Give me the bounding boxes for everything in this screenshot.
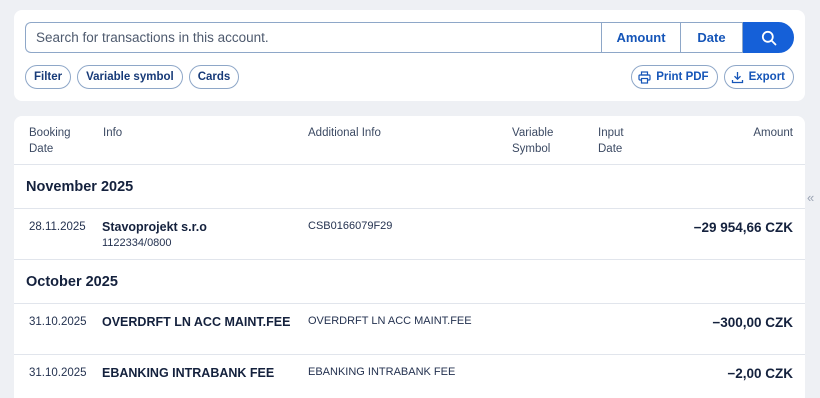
col-amount[interactable]: Amount (753, 125, 793, 141)
table-row[interactable]: 28.11.2025 Stavoprojekt s.r.o 1122334/08… (14, 209, 805, 260)
table-row[interactable]: 31.10.2025 EBANKING INTRABANK FEE EBANKI… (14, 355, 805, 398)
variable-symbol-chip[interactable]: Variable symbol (77, 65, 183, 89)
additional-info: EBANKING INTRABANK FEE (308, 366, 456, 378)
additional-info: CSB0166079F29 (308, 220, 393, 232)
date-filter-button[interactable]: Date (681, 22, 743, 53)
filter-chip[interactable]: Filter (25, 65, 72, 89)
transaction-name: OVERDRFT LN ACC MAINT.FEE (102, 315, 291, 329)
col-booking-date[interactable]: Booking Date (29, 125, 71, 157)
booking-date: 31.10.2025 (29, 367, 87, 379)
additional-info: OVERDRFT LN ACC MAINT.FEE (308, 315, 472, 327)
month-header: November 2025 (14, 165, 805, 209)
amount-filter-button[interactable]: Amount (601, 22, 681, 53)
search-input[interactable] (25, 22, 601, 53)
col-info[interactable]: Info (103, 125, 122, 141)
booking-date: 28.11.2025 (29, 221, 86, 233)
table-row[interactable]: 31.10.2025 OVERDRFT LN ACC MAINT.FEE OVE… (14, 304, 805, 355)
transaction-name: EBANKING INTRABANK FEE (102, 366, 275, 380)
transaction-name: Stavoprojekt s.r.o (102, 220, 207, 234)
filter-chips: Filter Variable symbol Cards (25, 65, 240, 89)
printer-icon (638, 70, 651, 84)
account-number: 1122334/0800 (102, 237, 172, 249)
amount: −300,00 CZK (712, 315, 793, 330)
col-variable-symbol-line2: Symbol (512, 143, 551, 155)
export-actions: Print PDF Export (631, 65, 794, 89)
col-input-date-line2: Date (598, 143, 623, 155)
download-icon (731, 71, 743, 83)
col-input-date-line1: Input (598, 127, 624, 139)
table-header: Booking Date Info Additional Info Variab… (14, 116, 805, 165)
col-booking-date-line1: Booking (29, 127, 71, 139)
month-header: October 2025 (14, 260, 805, 304)
col-booking-date-line2: Date (29, 143, 54, 155)
export-label: Export (748, 71, 785, 83)
amount: −29 954,66 CZK (693, 220, 793, 235)
search-button[interactable] (743, 22, 794, 53)
collapse-chevron-icon[interactable]: « (807, 190, 814, 205)
col-variable-symbol[interactable]: Variable Symbol (512, 125, 553, 157)
search-panel: Amount Date Filter Variable symbol Cards… (14, 10, 805, 101)
search-bar: Amount Date (25, 22, 794, 53)
print-pdf-button[interactable]: Print PDF (631, 65, 718, 89)
search-icon (761, 30, 776, 45)
col-variable-symbol-line1: Variable (512, 127, 554, 139)
cards-chip[interactable]: Cards (188, 65, 240, 89)
booking-date: 31.10.2025 (29, 316, 87, 328)
amount: −2,00 CZK (727, 366, 793, 381)
export-button[interactable]: Export (723, 65, 794, 89)
col-additional-info[interactable]: Additional Info (308, 125, 381, 141)
print-pdf-label: Print PDF (656, 71, 709, 83)
transactions-table: Booking Date Info Additional Info Variab… (14, 116, 805, 398)
col-input-date[interactable]: Input Date (598, 125, 624, 157)
